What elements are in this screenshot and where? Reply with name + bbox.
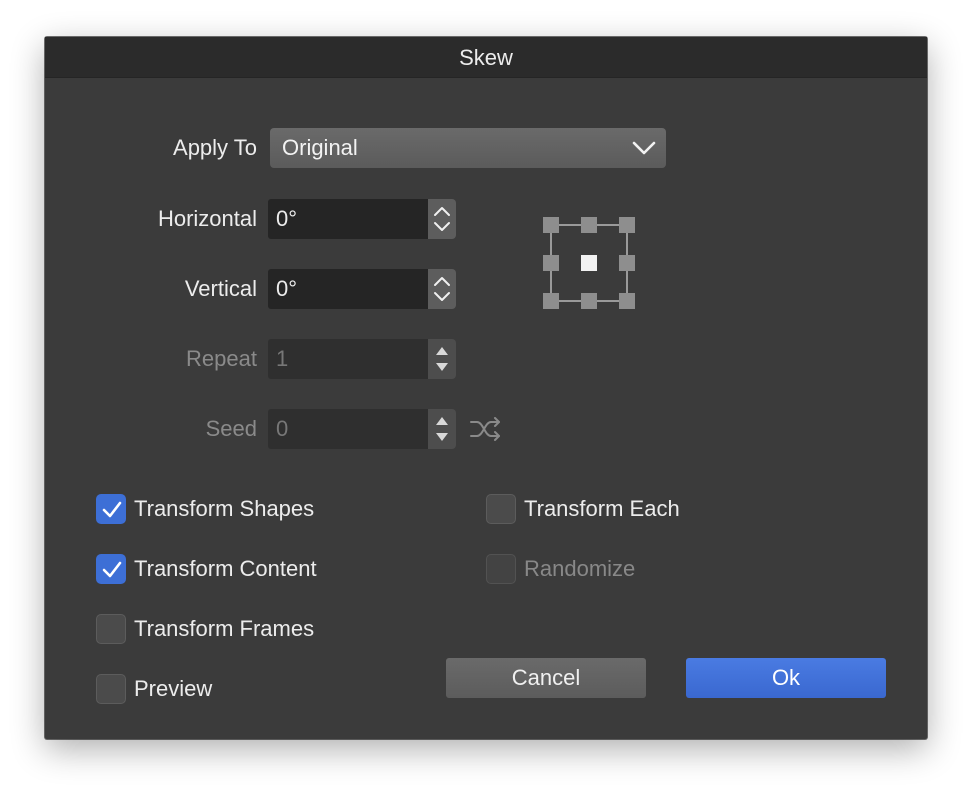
repeat-label: Repeat [186,346,257,371]
randomize-checkbox[interactable] [486,554,516,584]
seed-stepper[interactable] [428,409,456,449]
vertical-label: Vertical [184,276,257,301]
seed-input[interactable]: 0 [268,409,428,449]
skew-dialog: Skew Apply To Original Horizontal 0° Ver… [45,37,927,739]
transform-frames-checkbox[interactable] [96,614,126,644]
cancel-button[interactable]: Cancel [446,658,646,698]
transform-shapes-checkbox[interactable] [96,494,126,524]
transform-each-label[interactable]: Transform Each [524,494,680,524]
up-down-chevron-icon [434,277,450,301]
up-down-triangle-icon [436,417,448,441]
checkmark-icon [102,561,122,578]
horizontal-stepper[interactable] [428,199,456,239]
horizontal-input[interactable]: 0° [268,199,428,239]
checkmark-icon [102,501,122,518]
shuffle-icon[interactable] [469,417,503,441]
up-down-triangle-icon [436,347,448,371]
randomize-label[interactable]: Randomize [524,554,635,584]
transform-shapes-label[interactable]: Transform Shapes [134,494,314,524]
transform-each-checkbox[interactable] [486,494,516,524]
repeat-stepper[interactable] [428,339,456,379]
transform-content-label[interactable]: Transform Content [134,554,317,584]
preview-label[interactable]: Preview [134,674,212,704]
preview-checkbox[interactable] [96,674,126,704]
apply-to-select[interactable]: Original [270,128,666,168]
chevron-down-icon [632,141,656,155]
seed-label: Seed [205,416,257,441]
vertical-input[interactable]: 0° [268,269,428,309]
apply-to-label: Apply To [173,135,257,160]
up-down-chevron-icon [434,207,450,231]
apply-to-value: Original [282,135,358,160]
anchor-point-grid-icon[interactable] [539,215,639,311]
repeat-input[interactable]: 1 [268,339,428,379]
ok-button[interactable]: Ok [686,658,886,698]
dialog-title: Skew [45,37,927,78]
transform-frames-label[interactable]: Transform Frames [134,614,314,644]
transform-content-checkbox[interactable] [96,554,126,584]
horizontal-label: Horizontal [157,206,257,231]
vertical-stepper[interactable] [428,269,456,309]
